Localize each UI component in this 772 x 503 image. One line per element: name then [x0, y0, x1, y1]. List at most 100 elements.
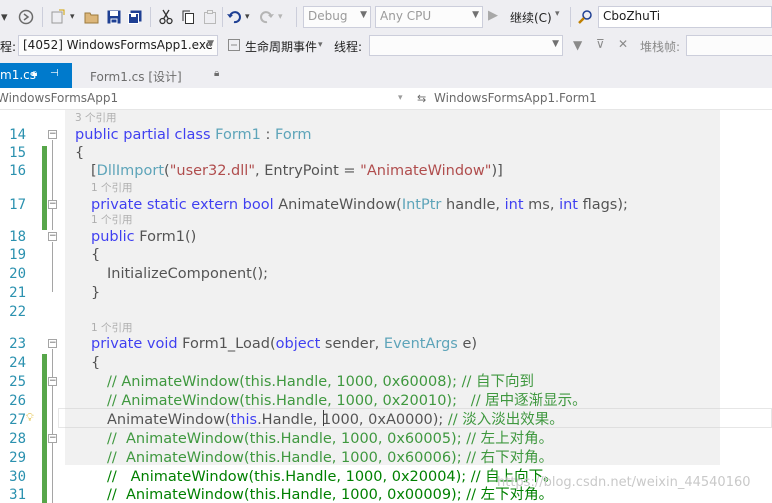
code-token: )]: [491, 163, 503, 179]
find-box[interactable]: CboZhuTi: [598, 6, 772, 28]
debug-location-toolbar: 程: [4052] WindowsFormsApp1.exe ▼ 生命周期事件 …: [0, 34, 772, 58]
undo-dropdown-icon[interactable]: ▾: [245, 9, 250, 25]
code-token: Form: [275, 127, 312, 143]
collapse-region-icon[interactable]: −: [48, 377, 57, 386]
line-number: 24: [9, 355, 26, 371]
open-file-icon[interactable]: [84, 9, 100, 25]
code-token: int: [559, 197, 578, 213]
chevron-down-icon: ▼: [472, 10, 479, 20]
solution-configuration-select[interactable]: Debug ▼: [303, 6, 371, 28]
code-line-18: public Form1(): [91, 228, 196, 246]
play-icon: ▶: [488, 8, 498, 23]
code-token: private void: [91, 336, 183, 352]
navigation-bar: WindowsFormsApp1 ▾ ⇆ WindowsFormsApp1.Fo…: [0, 88, 772, 110]
collapse-icon[interactable]: ✕: [618, 37, 628, 51]
line-number: 27: [9, 412, 26, 428]
code-lens-references[interactable]: 1 个引用: [91, 214, 133, 226]
chevron-down-icon: ▾: [555, 9, 560, 19]
lock-icon: 🔒︎: [32, 68, 38, 79]
code-token: "user32.dll": [169, 163, 255, 179]
chevron-down-icon: ▼: [207, 39, 214, 49]
code-lens-references[interactable]: 1 个引用: [91, 322, 133, 334]
code-token: Form1_Load(: [182, 336, 276, 352]
text-caret: [323, 410, 324, 426]
redo-dropdown-icon[interactable]: ▾: [278, 9, 283, 25]
code-line-20: InitializeComponent();: [107, 266, 269, 282]
lifecycle-events-icon[interactable]: [227, 38, 241, 55]
line-number: 23: [9, 336, 26, 352]
chevron-down-icon: ▼: [360, 10, 367, 20]
undo-icon[interactable]: [226, 9, 242, 25]
code-token: Form1(): [139, 229, 197, 245]
navigate-forward-icon[interactable]: [18, 9, 34, 25]
line-number: 21: [9, 285, 26, 301]
line-number: 28: [9, 431, 26, 447]
continue-button[interactable]: ▶ 继续(C) ▾: [486, 6, 568, 28]
continue-label: 继续(C): [510, 11, 552, 25]
code-token: this: [230, 412, 258, 428]
tab-form1-cs[interactable]: m1.cs 🔒︎ ⊣: [0, 63, 72, 88]
code-editor[interactable]: 14 15 16 17 18 19 20 21 22 23 24 25 26 2…: [0, 110, 772, 503]
code-token: // 淡入淡出效果。: [447, 412, 564, 428]
project-dropdown[interactable]: WindowsFormsApp1 ▾: [0, 88, 410, 109]
code-token: :: [260, 127, 276, 143]
code-token: e): [457, 336, 478, 352]
toggle-filter-icon[interactable]: ⊽: [596, 37, 605, 51]
tab-strip-background: [238, 58, 772, 88]
nav-dropdown-icon[interactable]: ▾: [1, 9, 8, 25]
toolbar-separator: [222, 7, 223, 27]
toolbar-separator: [42, 7, 43, 27]
code-token: object: [275, 336, 321, 352]
code-token: .Handle, 1000, 0xA0000);: [257, 412, 448, 428]
tab-form1-designer[interactable]: Form1.cs [设计] 🔒︎: [80, 63, 238, 88]
solution-platform-select[interactable]: Any CPU ▼: [375, 6, 483, 28]
new-project-dropdown-icon[interactable]: ▾: [70, 9, 75, 25]
code-line-25: // AnimateWindow(this.Handle, 1000, 0x60…: [107, 374, 534, 390]
new-project-icon[interactable]: [50, 9, 66, 25]
class-icon: ⇆: [417, 92, 427, 105]
collapse-region-icon[interactable]: −: [48, 232, 57, 241]
chevron-down-icon[interactable]: ▾: [318, 40, 323, 50]
copy-icon[interactable]: [180, 9, 196, 25]
paste-icon[interactable]: [202, 9, 218, 25]
type-name: WindowsFormsApp1.Form1: [434, 91, 597, 105]
stack-frame-select[interactable]: [686, 35, 772, 56]
process-label: 程:: [0, 40, 17, 54]
collapse-region-icon[interactable]: −: [48, 434, 57, 443]
code-token: IntPtr: [401, 197, 442, 213]
toolbar-separator: [296, 7, 297, 27]
save-icon[interactable]: [106, 9, 122, 25]
save-all-icon[interactable]: [127, 9, 143, 25]
thread-select[interactable]: ▼: [369, 35, 563, 56]
redo-icon[interactable]: [259, 9, 275, 25]
collapse-region-icon[interactable]: −: [48, 130, 57, 139]
find-in-files-icon[interactable]: [577, 9, 593, 25]
code-lens-references[interactable]: 3 个引用: [75, 112, 117, 124]
line-number: 26: [9, 393, 26, 409]
code-line-26: // AnimateWindow(this.Handle, 1000, 0x20…: [107, 393, 587, 409]
code-line-15: {: [75, 145, 85, 161]
lifecycle-events-button[interactable]: 生命周期事件: [245, 38, 317, 55]
line-number: 15: [9, 145, 26, 161]
process-select[interactable]: [4052] WindowsFormsApp1.exe ▼: [18, 35, 218, 56]
toolbar-separator: [570, 7, 571, 27]
filter-icon[interactable]: ▼: [573, 38, 582, 52]
standard-toolbar: ▾ ▾ ▾ ▾ Debug ▼ Any CPU ▼ ▶ 继续(C) ▾ CboZ…: [0, 0, 772, 34]
line-number: 18: [9, 229, 26, 245]
collapse-region-icon[interactable]: −: [48, 200, 57, 209]
code-lens-references[interactable]: 1 个引用: [91, 182, 133, 194]
line-number: 16: [9, 163, 26, 179]
code-token: handle,: [441, 197, 505, 213]
thread-label: 线程:: [334, 40, 363, 54]
code-line-31: // AnimateWindow(this.Handle, 1000, 0x00…: [107, 487, 554, 503]
cut-icon[interactable]: [158, 9, 174, 25]
code-token: public partial class: [75, 127, 216, 143]
type-dropdown[interactable]: ⇆ WindowsFormsApp1.Form1: [413, 88, 772, 109]
outline-line: [52, 242, 53, 292]
line-number: 22: [9, 304, 26, 320]
toolbar-separator: [150, 7, 151, 27]
line-number: 20: [9, 266, 26, 282]
collapse-region-icon[interactable]: −: [48, 339, 57, 348]
pin-icon[interactable]: ⊣: [50, 68, 59, 79]
lightbulb-icon[interactable]: 💡︎: [26, 411, 34, 425]
